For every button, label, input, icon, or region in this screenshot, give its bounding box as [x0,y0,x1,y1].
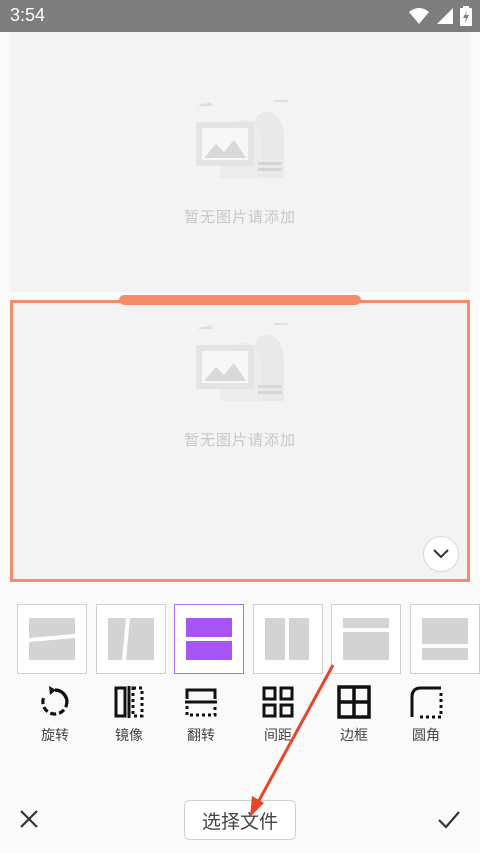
tool-label: 圆角 [412,728,440,744]
status-icons [408,6,472,26]
placeholder-text: 暂无图片请添加 [183,431,296,449]
mirror-icon [114,686,144,718]
close-icon[interactable] [16,806,42,832]
layout-diagonal-horizontal[interactable] [17,604,87,674]
layout-wide-bottom[interactable] [410,604,480,674]
border-icon [337,685,371,719]
image-placeholder: 暂无图片请添加 [10,100,470,227]
tool-flip[interactable]: 翻转 [171,685,231,745]
check-icon[interactable] [436,806,462,832]
tool-rotate[interactable]: 旋转 [25,685,85,745]
rounded-corner-icon [410,686,443,719]
spacing-icon [262,686,294,718]
layout-diagonal-vertical-icon [108,618,154,660]
layout-top-bottom-split[interactable] [331,604,401,674]
cellular-icon [437,8,453,24]
tool-bar: 旋转 镜像 翻转 间距 边框 圆角 [0,683,480,753]
layout-diagonal-horizontal-icon [29,618,75,660]
image-placeholder: 暂无图片请添加 [13,323,467,450]
wifi-icon [409,8,429,24]
layout-two-rows-icon [186,618,232,660]
tool-border[interactable]: 边框 [324,685,384,745]
image-panel-bottom[interactable]: 暂无图片请添加 [10,300,470,582]
panel-resize-handle[interactable] [119,295,361,305]
flip-icon [185,688,217,717]
tool-label: 边框 [340,728,368,744]
tool-label: 翻转 [187,728,215,744]
layout-two-columns[interactable] [253,604,323,674]
layout-diagonal-vertical[interactable] [96,604,166,674]
layout-wide-bottom-icon [422,618,468,660]
chevron-down-icon [433,549,449,559]
tool-label: 间距 [264,728,292,744]
tool-label: 旋转 [41,728,69,744]
status-time: 3:54 [10,5,46,25]
layout-picker[interactable] [0,593,480,683]
battery-icon [460,6,472,26]
tool-spacing[interactable]: 间距 [248,685,308,745]
tool-label: 镜像 [115,728,143,744]
tool-mirror[interactable]: 镜像 [99,685,159,745]
placeholder-text: 暂无图片请添加 [183,208,296,226]
rotate-icon [41,686,69,716]
layout-top-bottom-split-icon [343,618,389,660]
bottom-bar: 选择文件 [0,790,480,853]
empty-image-icon [196,100,288,178]
layout-two-columns-icon [265,618,309,660]
image-panel-top[interactable]: 暂无图片请添加 [10,32,470,292]
expand-button[interactable] [423,536,459,572]
select-file-button[interactable]: 选择文件 [184,800,296,840]
layout-two-rows[interactable] [174,604,244,674]
empty-image-icon [196,323,288,401]
status-bar: 3:54 [0,0,480,32]
tool-rounded-corner[interactable]: 圆角 [396,685,456,745]
